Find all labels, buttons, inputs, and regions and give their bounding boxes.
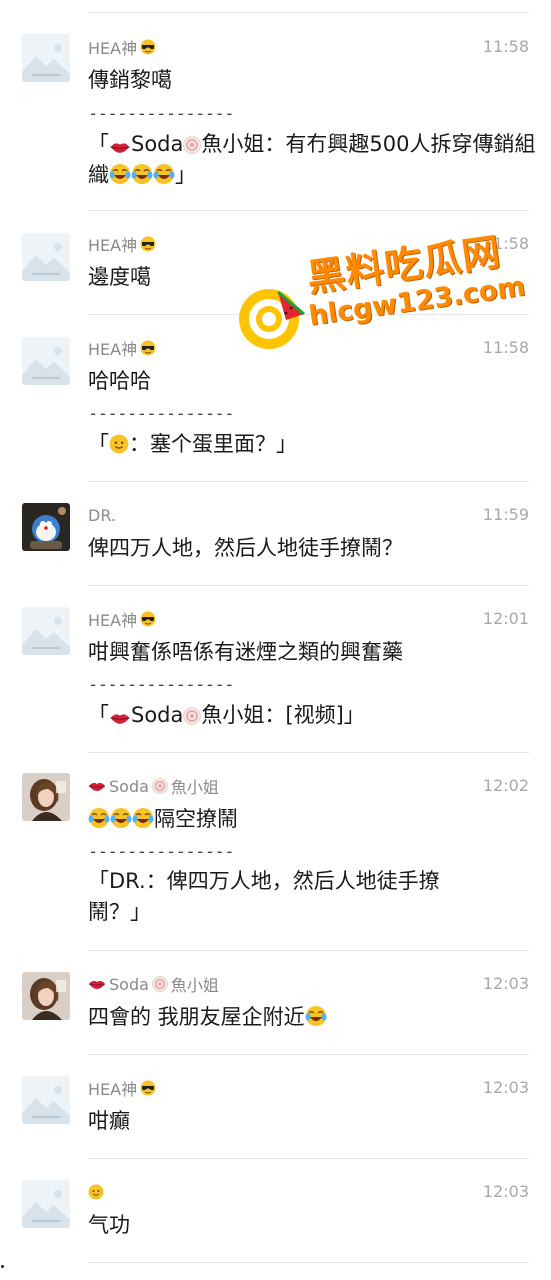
message-text: 傳銷黎噶	[88, 68, 172, 92]
chat-message[interactable]: Soda 魚小姐 12:03 四會的 我朋友屋企附近	[0, 951, 551, 1055]
timestamp: 12:01	[482, 609, 529, 628]
quoted-message[interactable]: 「DR.：俾四万人地，然后人地徒手撩鬧？」	[88, 866, 488, 928]
sunglasses-face-icon	[140, 611, 157, 627]
sunglasses-face-icon	[140, 340, 157, 356]
timestamp: 12:03	[482, 1078, 529, 1097]
avatar[interactable]	[22, 972, 70, 1020]
avatar[interactable]	[22, 34, 70, 82]
chat-message[interactable]: 12:03 气功	[0, 1159, 551, 1263]
quote-separator: ---------------	[88, 404, 235, 424]
swirl-icon	[183, 707, 202, 725]
smiling-face-icon	[109, 434, 129, 454]
quoted-message[interactable]: 「 ：塞个蛋里面？」	[88, 429, 538, 460]
quote-sender-suffix: 魚小姐	[201, 703, 265, 727]
message-text: 咁興奮係唔係有迷煙之類的興奮藥	[88, 640, 403, 664]
message-text: 气功	[88, 1213, 130, 1237]
timestamp: 11:59	[482, 505, 529, 524]
message-text: 隔空撩鬧	[88, 804, 528, 835]
chat-message[interactable]: HEA神 12:01 咁興奮係唔係有迷煙之類的興奮藥 -------------…	[0, 586, 551, 753]
avatar[interactable]	[22, 607, 70, 655]
avatar[interactable]	[22, 1180, 70, 1228]
sender-label: HEA神	[88, 1080, 138, 1099]
lips-icon	[88, 980, 106, 990]
swirl-icon	[183, 136, 202, 154]
message-text: 邊度噶	[88, 265, 151, 289]
sender-name: HEA神	[88, 36, 157, 58]
timestamp: 11:58	[482, 338, 529, 357]
sender-label: HEA神	[88, 39, 138, 58]
sender-label: Soda	[109, 974, 149, 994]
sender-label-suffix: 魚小姐	[170, 778, 219, 797]
quote-sender: Soda	[131, 703, 184, 727]
sender-name: Soda 魚小姐	[88, 973, 219, 995]
avatar[interactable]	[22, 773, 70, 821]
timestamp: 11:58	[482, 234, 529, 253]
laughing-tears-icon	[88, 807, 110, 829]
message-text: 俾四万人地，然后人地徒手撩鬧？	[88, 536, 403, 560]
sender-name: HEA神	[88, 233, 157, 255]
avatar[interactable]	[22, 233, 70, 281]
quote-open-bracket: 「	[88, 432, 109, 456]
laughing-tears-icon	[131, 163, 153, 185]
sender-name: HEA神	[88, 608, 157, 630]
timestamp: 11:58	[482, 37, 529, 56]
avatar[interactable]	[22, 503, 70, 551]
swirl-icon	[151, 976, 168, 992]
sender-label-suffix: 魚小姐	[170, 976, 219, 995]
sender-name: Soda 魚小姐	[88, 775, 219, 797]
quote-open-bracket: 「	[88, 703, 109, 727]
laughing-tears-icon	[304, 1005, 327, 1027]
quote-open-bracket: 「	[88, 132, 109, 156]
page-dot	[1, 1265, 4, 1268]
lips-icon	[88, 782, 106, 792]
quoted-message[interactable]: 「Soda 魚小姐：有冇興趣500人拆穿傳銷組織」	[88, 129, 538, 191]
sender-label: DR.	[88, 505, 116, 525]
sunglasses-face-icon	[140, 39, 157, 55]
smiling-face-icon	[88, 1184, 104, 1200]
message-text-content: 隔空撩鬧	[154, 807, 238, 831]
quote-separator: ---------------	[88, 675, 235, 695]
chat-message[interactable]: HEA神 11:58 邊度噶	[0, 211, 551, 315]
sunglasses-face-icon	[140, 1080, 157, 1096]
chat-message[interactable]: HEA神 12:03 咁癲	[0, 1055, 551, 1159]
quote-text: ：塞个蛋里面？」	[129, 432, 297, 456]
quote-sender-suffix: 魚小姐	[201, 132, 265, 156]
laughing-tears-icon	[132, 807, 154, 829]
quote-sender: Soda	[131, 132, 184, 156]
message-divider	[88, 1262, 529, 1263]
sender-name: HEA神	[88, 337, 157, 359]
swirl-icon	[151, 778, 168, 794]
sender-name: HEA神	[88, 1077, 157, 1099]
quote-text: ：[视频]」	[264, 703, 365, 727]
timestamp: 12:02	[482, 776, 529, 795]
timestamp: 12:03	[482, 1182, 529, 1201]
chat-message[interactable]: DR. 11:59 俾四万人地，然后人地徒手撩鬧？	[0, 482, 551, 586]
sender-label: HEA神	[88, 340, 138, 359]
chat-message[interactable]: Soda 魚小姐 12:02 隔空撩鬧 --------------- 「DR.…	[0, 753, 551, 951]
chat-message[interactable]: HEA神 11:58 哈哈哈 --------------- 「 ：塞个蛋里面？」	[0, 315, 551, 482]
avatar[interactable]	[22, 337, 70, 385]
message-text: 哈哈哈	[88, 369, 151, 393]
quote-separator: ---------------	[88, 104, 235, 124]
laughing-tears-icon	[153, 163, 175, 185]
lips-icon	[110, 713, 130, 725]
quoted-message[interactable]: 「 Soda 魚小姐：[视频]」	[88, 700, 538, 731]
message-text-content: 四會的 我朋友屋企附近	[88, 1005, 305, 1029]
sender-label: Soda	[109, 776, 149, 796]
message-text: 四會的 我朋友屋企附近	[88, 1002, 528, 1033]
sender-name	[88, 1181, 104, 1203]
quote-close-bracket: 」	[175, 163, 196, 187]
timestamp: 12:03	[482, 974, 529, 993]
laughing-tears-icon	[110, 807, 132, 829]
quote-separator: ---------------	[88, 842, 235, 862]
sender-label: HEA神	[88, 236, 138, 255]
chat-message[interactable]: HEA神 11:58 傳銷黎噶 --------------- 「 Soda 魚小姐…	[0, 12, 551, 211]
sender-name: DR.	[88, 504, 116, 526]
sunglasses-face-icon	[140, 236, 157, 252]
laughing-tears-icon	[109, 163, 131, 185]
message-text: 咁癲	[88, 1109, 130, 1133]
sender-label: HEA神	[88, 611, 138, 630]
avatar[interactable]	[22, 1076, 70, 1124]
lips-icon	[110, 142, 130, 154]
